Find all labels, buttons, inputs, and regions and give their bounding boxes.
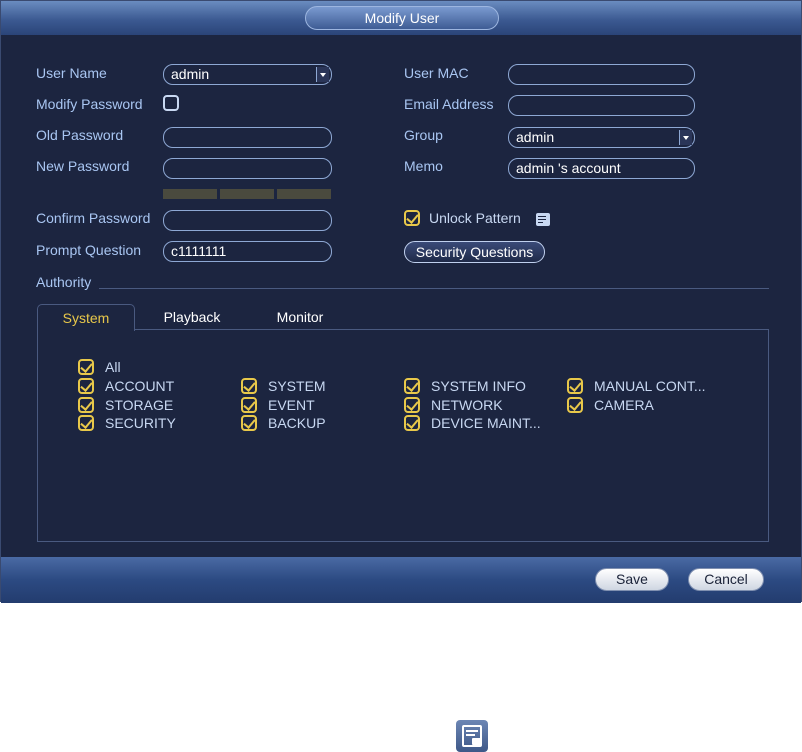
tab-system[interactable]: System: [37, 304, 135, 331]
old-password-field[interactable]: [163, 127, 332, 148]
dialog-footer: [1, 557, 801, 603]
system-info-label: SYSTEM INFO: [431, 378, 526, 394]
confirm-password-field[interactable]: [163, 210, 332, 231]
group-label: Group: [404, 127, 443, 143]
device-maintenance-checkbox[interactable]: [404, 415, 420, 431]
user-name-value: admin: [171, 66, 210, 82]
user-mac-field[interactable]: [508, 64, 695, 85]
save-button[interactable]: Save: [595, 568, 669, 591]
system-info-checkbox[interactable]: [404, 378, 420, 394]
prompt-question-label: Prompt Question: [36, 242, 142, 258]
authority-label: Authority: [36, 274, 92, 290]
password-strength-bar-3: [277, 189, 331, 199]
chevron-down-icon[interactable]: [679, 130, 692, 145]
memo-label: Memo: [404, 158, 443, 174]
manual-control-label: MANUAL CONT...: [594, 378, 706, 394]
security-label: SECURITY: [105, 415, 176, 431]
user-name-dropdown[interactable]: admin: [163, 64, 332, 85]
password-strength-bar-1: [163, 189, 217, 199]
modify-user-dialog: Modify User User Name admin Modify Passw…: [0, 0, 802, 603]
all-label: All: [105, 359, 121, 375]
tab-playback[interactable]: Playback: [147, 304, 237, 330]
old-password-label: Old Password: [36, 127, 124, 143]
camera-checkbox[interactable]: [567, 397, 583, 413]
group-value: admin: [516, 129, 555, 145]
modify-password-checkbox[interactable]: [163, 95, 179, 111]
event-label: EVENT: [268, 397, 315, 413]
modify-password-label: Modify Password: [36, 96, 143, 112]
unlock-pattern-checkbox[interactable]: [404, 210, 420, 226]
email-address-label: Email Address: [404, 96, 494, 112]
account-label: ACCOUNT: [105, 378, 175, 394]
storage-label: STORAGE: [105, 397, 174, 413]
system-checkbox[interactable]: [241, 378, 257, 394]
camera-label: CAMERA: [594, 397, 654, 413]
new-password-field[interactable]: [163, 158, 332, 179]
network-label: NETWORK: [431, 397, 503, 413]
backup-checkbox[interactable]: [241, 415, 257, 431]
security-questions-button[interactable]: Security Questions: [404, 241, 545, 263]
account-checkbox[interactable]: [78, 378, 94, 394]
memo-field[interactable]: admin 's account: [508, 158, 695, 179]
system-label: SYSTEM: [268, 378, 326, 394]
confirm-password-label: Confirm Password: [36, 210, 151, 226]
storage-checkbox[interactable]: [78, 397, 94, 413]
password-strength-bar-2: [220, 189, 274, 199]
prompt-question-field[interactable]: c1111111: [163, 241, 332, 262]
event-checkbox[interactable]: [241, 397, 257, 413]
user-mac-label: User MAC: [404, 65, 469, 81]
device-maintenance-label: DEVICE MAINT...: [431, 415, 541, 431]
group-dropdown[interactable]: admin: [508, 127, 695, 148]
backup-label: BACKUP: [268, 415, 326, 431]
authority-divider: [99, 288, 769, 289]
security-checkbox[interactable]: [78, 415, 94, 431]
user-name-label: User Name: [36, 65, 107, 81]
tab-monitor[interactable]: Monitor: [257, 304, 343, 330]
manual-control-checkbox[interactable]: [567, 378, 583, 394]
cancel-button[interactable]: Cancel: [688, 568, 764, 591]
pattern-settings-icon: [456, 720, 488, 752]
chevron-down-icon[interactable]: [316, 67, 329, 82]
pattern-settings-icon[interactable]: [536, 213, 550, 226]
authority-tab-panel: [37, 329, 769, 542]
network-checkbox[interactable]: [404, 397, 420, 413]
title-bar: Modify User: [1, 1, 801, 35]
dialog-title: Modify User: [305, 6, 499, 30]
all-checkbox[interactable]: [78, 359, 94, 375]
unlock-pattern-label: Unlock Pattern: [429, 210, 521, 226]
new-password-label: New Password: [36, 158, 130, 174]
email-address-field[interactable]: [508, 95, 695, 116]
